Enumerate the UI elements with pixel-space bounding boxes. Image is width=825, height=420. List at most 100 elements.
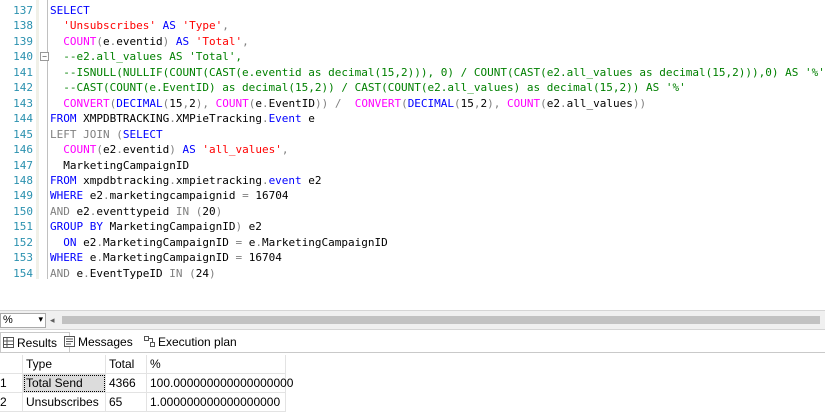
code-line[interactable]: 138 'Unsubscribes' AS 'Type',	[0, 18, 825, 33]
code-token: MarketingCampaignID	[103, 251, 236, 265]
code-line[interactable]: 150 AND e2.eventtypeid IN (20)	[0, 204, 825, 219]
scroll-left-icon[interactable]: ◂	[50, 314, 60, 326]
tab-execution-plan[interactable]: Execution plan	[142, 332, 258, 352]
line-number: 147	[13, 158, 33, 172]
row-number-header[interactable]	[0, 355, 23, 374]
code-text: --CAST(COUNT(e.EventID) as decimal(15,2)…	[50, 80, 686, 95]
code-text: 'Unsubscribes' AS 'Type',	[50, 18, 229, 33]
scrollbar-thumb[interactable]	[62, 316, 820, 324]
zoom-dropdown[interactable]: % ▾	[0, 313, 46, 328]
code-token: .	[96, 251, 103, 265]
code-token: 16704	[242, 251, 282, 265]
chevron-down-icon: ▾	[38, 314, 43, 324]
code-text: LEFT JOIN (SELECT	[50, 127, 163, 142]
code-token: =	[242, 189, 249, 203]
code-token: .	[261, 173, 269, 187]
code-line[interactable]: 154 AND e.EventTypeID IN (24)	[0, 266, 825, 281]
table-cell[interactable]: Unsubscribes	[23, 393, 106, 412]
code-line[interactable]: 153 WHERE e.MarketingCampaignID = 16704	[0, 250, 825, 265]
tab-messages[interactable]: Messages	[62, 332, 150, 352]
results-tab-strip: Results Messages Execution plan	[0, 331, 825, 353]
code-line[interactable]: 146 COUNT(e2.eventid) AS 'all_values',	[0, 142, 825, 157]
line-number: 152	[13, 235, 33, 249]
collapse-icon[interactable]: −	[40, 52, 49, 62]
table-cell[interactable]: Total Send	[23, 374, 106, 393]
line-number: 153	[13, 251, 33, 265]
code-line[interactable]: 145 LEFT JOIN (SELECT	[0, 127, 825, 142]
code-line[interactable]: 137 SELECT	[0, 3, 825, 18]
code-token: 'Unsubscribes'	[63, 19, 156, 33]
code-text: AND e2.eventtypeid IN (20)	[50, 204, 222, 219]
code-token: 2	[189, 96, 196, 110]
column-header-percent[interactable]: %	[147, 355, 286, 374]
table-cell[interactable]: 4366	[106, 374, 147, 393]
line-number: 137	[13, 4, 33, 17]
code-text: GROUP BY MarketingCampaignID) e2	[50, 219, 262, 234]
row-number[interactable]: 2	[0, 393, 23, 412]
table-cell[interactable]: 65	[106, 393, 147, 412]
code-line[interactable]: 143 CONVERT(DECIMAL(15,2), COUNT(e.Event…	[0, 96, 825, 111]
code-token: DECIMAL	[116, 96, 163, 110]
code-line[interactable]: 151 GROUP BY MarketingCampaignID) e2	[0, 219, 825, 234]
code-token: .	[169, 173, 176, 187]
line-number: 145	[13, 127, 33, 141]
code-token: ))	[314, 96, 329, 110]
code-text: ON e2.MarketingCampaignID = e.MarketingC…	[50, 235, 388, 250]
code-text: FROM xmpdbtracking.xmpietracking.event e…	[50, 173, 322, 188]
row-number[interactable]: 1	[0, 374, 23, 393]
code-line[interactable]: 152 ON e2.MarketingCampaignID = e.Market…	[0, 235, 825, 250]
column-header-type[interactable]: Type	[23, 355, 106, 374]
code-line[interactable]: 147 MarketingCampaignID	[0, 158, 825, 173]
code-token: WHERE	[50, 251, 84, 265]
code-token: .	[116, 143, 123, 157]
code-token: EventID	[268, 96, 315, 110]
code-text: SELECT	[50, 3, 90, 18]
code-line[interactable]: 139 COUNT(e.eventid) AS 'Total',	[0, 34, 825, 49]
code-line[interactable]: 142 --CAST(COUNT(e.EventID) as decimal(1…	[0, 80, 825, 95]
tab-execution-plan-label: Execution plan	[158, 335, 237, 349]
code-line[interactable]: 149 WHERE e2.marketingcampaignid = 16704	[0, 188, 825, 203]
code-token: EventTypeID	[89, 266, 170, 280]
code-line[interactable]: 140− --e2.all_values AS 'Total',	[0, 49, 825, 64]
tab-results[interactable]: Results	[0, 332, 70, 353]
line-number: 149	[13, 189, 33, 203]
code-token: .	[255, 235, 262, 249]
tab-results-label: Results	[17, 336, 58, 350]
code-token: marketingcampaignid	[109, 189, 243, 203]
column-header-total[interactable]: Total	[106, 355, 147, 374]
code-text: WHERE e.MarketingCampaignID = 16704	[50, 250, 282, 265]
code-token: e2	[76, 235, 97, 249]
code-text: --e2.all_values AS 'Total',	[50, 49, 242, 64]
code-line[interactable]: 141 --ISNULL(NULLIF(COUNT(CAST(e.eventid…	[0, 65, 825, 80]
code-token: (	[96, 143, 103, 157]
line-number: 150	[13, 204, 33, 218]
table-cell[interactable]: 1.000000000000000000	[147, 393, 286, 412]
code-token: SELECT	[122, 127, 163, 141]
code-token: (	[401, 96, 408, 110]
code-token: )	[169, 143, 176, 157]
code-token: )	[215, 204, 223, 218]
code-token: DECIMAL	[407, 96, 455, 110]
code-token: .	[169, 112, 176, 126]
code-token: 20	[202, 204, 216, 218]
horizontal-scrollbar[interactable]: ◂	[50, 314, 823, 326]
grid-icon	[3, 337, 14, 348]
table-cell[interactable]: 100.000000000000000000	[147, 374, 293, 393]
code-token: eventid	[122, 143, 170, 157]
code-line[interactable]: 148 FROM xmpdbtracking.xmpietracking.even…	[0, 173, 825, 188]
code-token: e2	[83, 189, 103, 203]
code-text: MarketingCampaignID	[50, 158, 189, 173]
code-token: ,	[473, 96, 481, 110]
line-number: 138	[13, 19, 33, 33]
code-token: SELECT	[50, 4, 90, 17]
sql-editor[interactable]: 137 SELECT 138 'Unsubscribes' AS 'Type', 13…	[0, 0, 825, 308]
code-line[interactable]: 144 FROM XMPDBTRACKING.XMPieTracking.Even…	[0, 111, 825, 126]
